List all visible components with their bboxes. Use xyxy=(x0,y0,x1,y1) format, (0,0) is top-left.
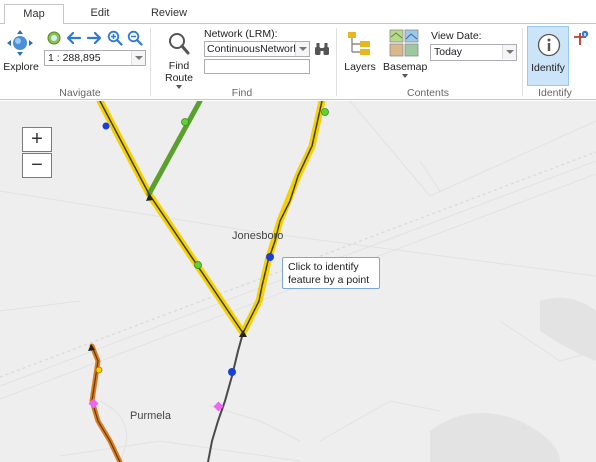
basemap-button-label[interactable]: Basemap xyxy=(383,61,427,73)
map-scale-value: 1 : 288,895 xyxy=(48,52,101,64)
find-route-button[interactable]: Find Route xyxy=(160,60,198,84)
identify-group-label: Identify xyxy=(538,87,572,99)
identify-button-label: Identify xyxy=(531,62,565,74)
chevron-down-icon[interactable] xyxy=(131,51,145,65)
find-route-label-2: Route xyxy=(164,72,194,84)
terrain-patches xyxy=(430,297,596,462)
find-route-dropdown-icon[interactable] xyxy=(176,85,182,89)
route-line[interactable] xyxy=(242,101,323,334)
tab-map[interactable]: Map xyxy=(4,4,64,24)
group-separator xyxy=(336,28,337,96)
full-extent-icon[interactable] xyxy=(47,31,61,45)
basemap-dropdown-icon[interactable] xyxy=(402,74,408,78)
event-point-green[interactable] xyxy=(194,261,202,269)
find-group-label: Find xyxy=(231,87,253,99)
green-route[interactable] xyxy=(146,101,203,197)
identify-point-icon[interactable] xyxy=(573,30,589,46)
place-label-purmela: Purmela xyxy=(130,410,171,422)
find-route-label-1: Find xyxy=(168,60,190,72)
network-select[interactable]: ContinuousNetwork xyxy=(204,41,310,57)
ribbon-tab-strip: Map Edit Review xyxy=(0,0,596,24)
explore-button-label[interactable]: Explore xyxy=(2,61,40,73)
network-label: Network (LRM): xyxy=(204,28,278,40)
network-search-input[interactable] xyxy=(204,59,310,74)
south-route-line[interactable] xyxy=(207,332,244,462)
map-zoom-out-button[interactable]: − xyxy=(22,153,52,178)
event-point-yellow[interactable] xyxy=(95,366,103,374)
view-date-select[interactable]: Today xyxy=(430,44,517,61)
view-date-label: View Date: xyxy=(431,30,482,42)
network-select-value: ContinuousNetwork xyxy=(207,43,299,55)
navigate-group-label: Navigate xyxy=(59,87,101,99)
binoculars-icon[interactable] xyxy=(314,42,330,56)
forward-arrow-icon[interactable] xyxy=(86,31,102,45)
chevron-down-icon[interactable] xyxy=(295,42,309,56)
contents-group-label: Contents xyxy=(406,87,450,99)
find-route-icon[interactable] xyxy=(167,31,191,57)
ribbon: Explore 1 : 288,895 Navigate Find Route … xyxy=(0,24,596,100)
basemap-icon[interactable] xyxy=(389,29,419,57)
identify-tooltip: Click to identify feature by a point xyxy=(282,257,380,289)
event-point-green[interactable] xyxy=(321,108,329,116)
group-separator xyxy=(150,28,151,96)
tab-review[interactable]: Review xyxy=(138,4,200,24)
chevron-down-icon[interactable] xyxy=(502,45,516,59)
info-icon xyxy=(537,33,561,57)
layers-icon[interactable] xyxy=(346,30,374,58)
map-zoom-in-button[interactable]: + xyxy=(22,127,52,152)
tab-edit[interactable]: Edit xyxy=(70,4,130,24)
event-point-green[interactable] xyxy=(181,118,189,126)
event-point-blue[interactable] xyxy=(266,253,274,261)
event-point-blue[interactable] xyxy=(228,368,236,376)
group-separator xyxy=(522,28,523,96)
map-scale-select[interactable]: 1 : 288,895 xyxy=(44,50,146,66)
map-view[interactable]: + − Jonesboro Purmela Click to identify … xyxy=(0,101,596,462)
zoom-in-icon[interactable] xyxy=(107,30,123,46)
layers-button-label[interactable]: Layers xyxy=(340,61,380,73)
view-date-value: Today xyxy=(434,46,463,58)
explore-icon[interactable] xyxy=(7,30,33,56)
back-arrow-icon[interactable] xyxy=(66,31,82,45)
identify-button[interactable]: Identify xyxy=(527,26,569,86)
place-label-jonesboro: Jonesboro xyxy=(232,230,284,242)
selected-route-highlight[interactable] xyxy=(96,101,326,337)
event-point-blue[interactable] xyxy=(102,122,110,130)
zoom-out-icon[interactable] xyxy=(127,30,143,46)
